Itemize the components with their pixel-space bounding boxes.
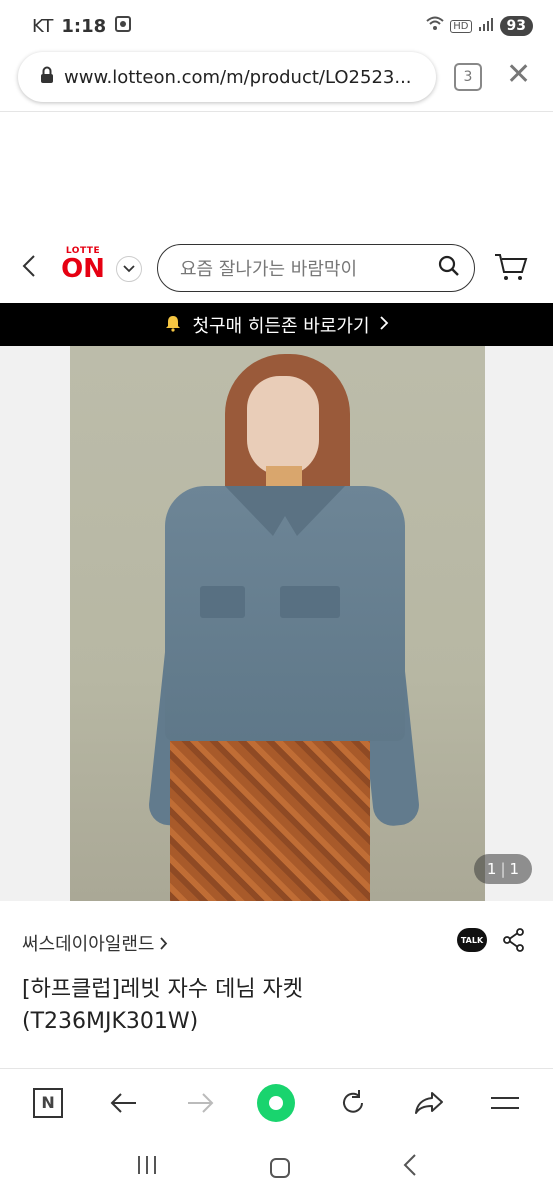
system-home-icon[interactable]	[270, 1158, 291, 1178]
brand-link[interactable]: 써스데이아일랜드	[22, 930, 168, 956]
bell-icon	[164, 314, 182, 336]
recent-apps-icon[interactable]	[136, 1155, 158, 1181]
browser-toolbar: N	[0, 1068, 553, 1136]
status-time: 1:18	[61, 15, 107, 37]
product-title-line1: [하프클럽]레빗 자수 데님 자켓	[22, 977, 304, 1002]
product-title: [하프클럽]레빗 자수 데님 자켓 (T236MJK301W)	[22, 974, 532, 1038]
carrier-label: KT	[32, 15, 54, 37]
forward-arrow-icon[interactable]	[178, 1081, 222, 1125]
image-counter: 1 | 1	[474, 854, 532, 884]
kakao-talk-icon[interactable]: TALK	[457, 928, 487, 952]
brand-name: 써스데이아일랜드	[22, 934, 155, 955]
floral-skirt-shape	[170, 741, 370, 901]
naver-n-icon: N	[33, 1087, 64, 1118]
hd-network-label: HD	[450, 19, 472, 33]
chevron-right-icon	[160, 934, 168, 955]
back-arrow-icon[interactable]	[102, 1081, 146, 1125]
chevron-right-icon	[379, 314, 389, 335]
status-bar: KT 1:18 HD 93	[0, 0, 553, 52]
menu-icon[interactable]	[483, 1081, 527, 1125]
back-chevron-icon[interactable]	[22, 254, 36, 285]
battery-indicator: 93	[499, 16, 533, 36]
naver-n-button[interactable]: N	[26, 1081, 70, 1125]
brand-row: 써스데이아일랜드 TALK	[0, 920, 553, 960]
search-input[interactable]: 요즘 잘나가는 바람막이	[157, 244, 475, 292]
promo-banner[interactable]: 첫구매 히든존 바로가기	[0, 303, 553, 346]
jacket-right-pocket	[280, 586, 340, 618]
status-right: HD 93	[426, 16, 533, 36]
search-placeholder: 요즘 잘나가는 바람막이	[180, 259, 358, 280]
status-left: KT 1:18	[32, 15, 132, 38]
share-icon[interactable]	[502, 928, 526, 956]
url-bar[interactable]: www.lotteon.com/m/product/LO2523...	[18, 52, 436, 102]
image-counter-current: 1	[486, 860, 497, 878]
jacket-left-pocket	[200, 586, 245, 618]
product-photo	[70, 346, 485, 901]
chevron-down-icon[interactable]	[116, 256, 142, 282]
lock-icon	[40, 66, 54, 88]
logo-on-text: ON	[61, 254, 105, 284]
refresh-icon[interactable]	[331, 1081, 375, 1125]
home-button[interactable]	[254, 1081, 298, 1125]
tab-count-button[interactable]: 3	[454, 63, 482, 91]
site-header: LOTTE ON 요즘 잘나가는 바람막이	[0, 240, 553, 300]
product-image-gallery[interactable]: 1 | 1	[0, 346, 553, 901]
system-back-icon[interactable]	[403, 1153, 417, 1184]
image-counter-divider: |	[500, 860, 506, 878]
product-title-line2: (T236MJK301W)	[22, 1009, 199, 1034]
system-nav-bar	[0, 1136, 553, 1200]
cart-icon[interactable]	[494, 252, 528, 286]
browser-url-area: www.lotteon.com/m/product/LO2523... 3 ✕	[0, 52, 553, 112]
home-icon	[257, 1083, 296, 1122]
share-arrow-icon[interactable]	[407, 1081, 451, 1125]
image-counter-total: 1	[509, 860, 520, 878]
model-face-shape	[247, 376, 319, 476]
lotte-on-logo[interactable]: LOTTE ON	[60, 246, 106, 282]
wifi-icon	[426, 16, 444, 36]
gallery-notification-icon	[114, 15, 132, 38]
promo-banner-text: 첫구매 히든존 바로가기	[192, 315, 370, 337]
close-icon[interactable]: ✕	[506, 60, 531, 90]
url-text: www.lotteon.com/m/product/LO2523...	[64, 66, 412, 88]
signal-icon	[478, 16, 494, 36]
search-icon[interactable]	[438, 255, 460, 281]
